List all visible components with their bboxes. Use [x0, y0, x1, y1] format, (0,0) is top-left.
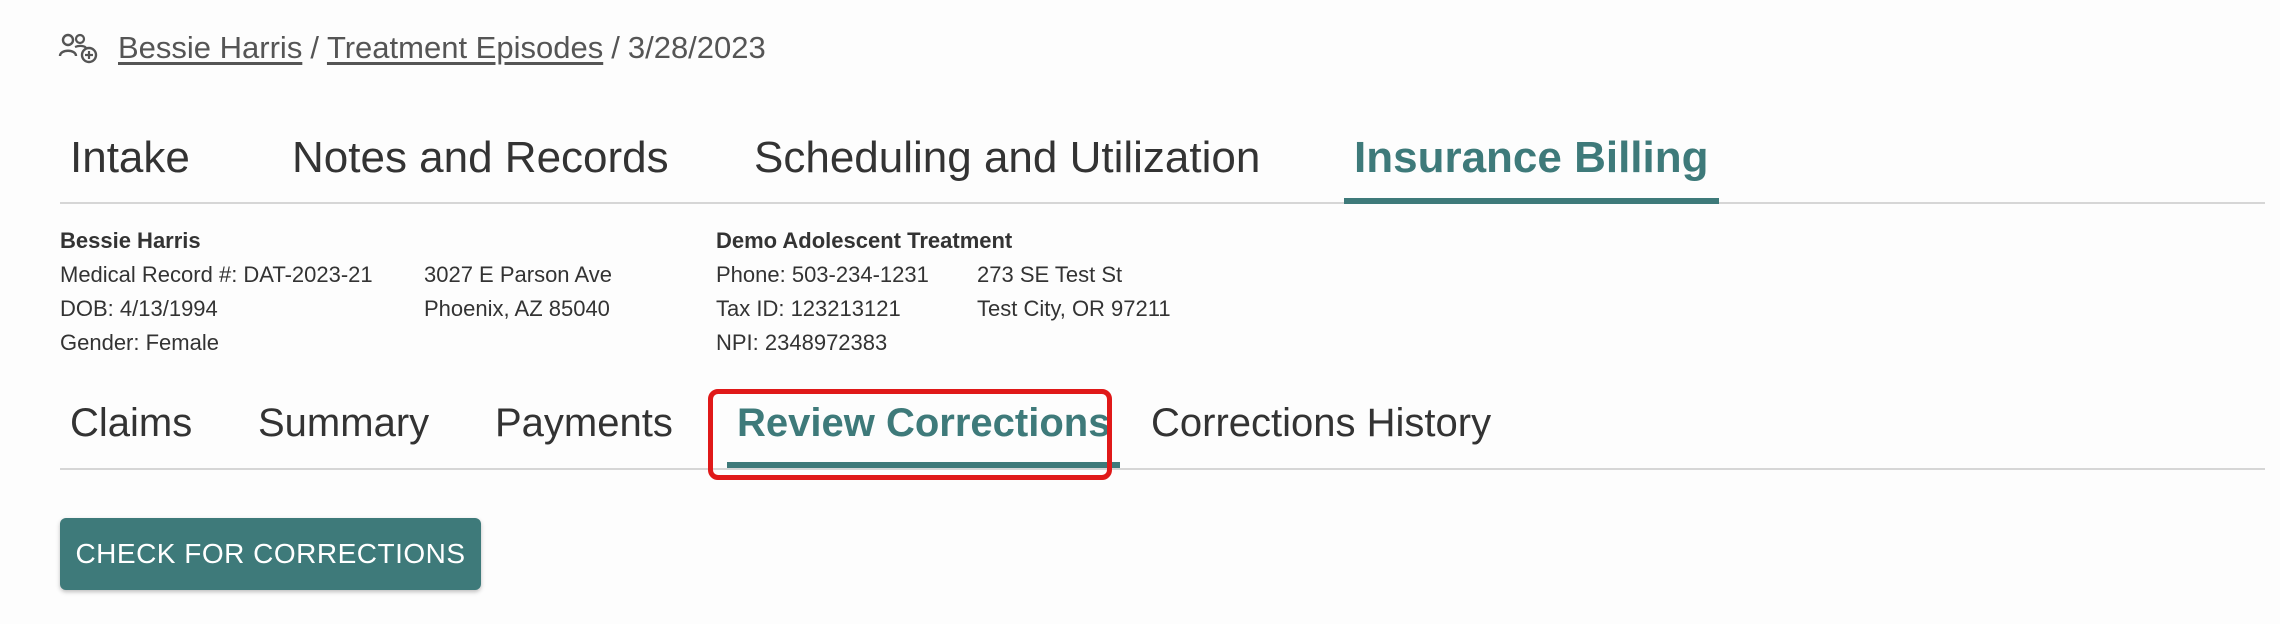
check-for-corrections-button[interactable]: CHECK FOR CORRECTIONS [60, 518, 481, 590]
patient-address-line1: 3027 E Parson Ave [424, 262, 612, 287]
provider-name: Demo Adolescent Treatment [716, 228, 1013, 253]
breadcrumb-treatment-episodes-link[interactable]: Treatment Episodes [327, 30, 603, 66]
patient-address: 3027 E Parson Ave Phoenix, AZ 85040 [424, 258, 612, 326]
breadcrumb-patient-link[interactable]: Bessie Harris [118, 30, 302, 66]
user-group-add-icon [58, 32, 98, 64]
patient-info: Bessie Harris Medical Record #: DAT-2023… [60, 224, 373, 360]
provider-address-line2: Test City, OR 97211 [977, 296, 1171, 321]
patient-gender: Gender: Female [60, 330, 219, 355]
patient-name: Bessie Harris [60, 228, 201, 253]
main-tab-bar: Intake Notes and Records Scheduling and … [60, 116, 2265, 204]
tab-claims[interactable]: Claims [70, 380, 192, 466]
provider-info: Demo Adolescent Treatment Phone: 503-234… [716, 224, 1012, 360]
billing-sub-tab-bar: Claims Summary Payments Review Correctio… [60, 380, 2265, 470]
breadcrumb-separator: / [310, 30, 319, 65]
tab-summary[interactable]: Summary [258, 380, 429, 466]
tab-insurance-billing[interactable]: Insurance Billing [1344, 116, 1719, 204]
patient-mrn: Medical Record #: DAT-2023-21 [60, 262, 373, 287]
provider-tax-id: Tax ID: 123213121 [716, 296, 901, 321]
provider-npi: NPI: 2348972383 [716, 330, 888, 355]
provider-address: 273 SE Test St Test City, OR 97211 [977, 258, 1171, 326]
tab-payments[interactable]: Payments [495, 380, 673, 466]
tab-review-corrections[interactable]: Review Corrections [726, 380, 1121, 468]
tab-scheduling-and-utilization[interactable]: Scheduling and Utilization [754, 116, 1260, 200]
breadcrumb: Bessie Harris / Treatment Episodes / 3/2… [58, 26, 766, 70]
tab-intake[interactable]: Intake [70, 116, 190, 200]
patient-dob: DOB: 4/13/1994 [60, 296, 218, 321]
patient-address-line2: Phoenix, AZ 85040 [424, 296, 610, 321]
breadcrumb-current-date: 3/28/2023 [627, 30, 766, 65]
tab-notes-and-records[interactable]: Notes and Records [292, 116, 669, 200]
provider-phone: Phone: 503-234-1231 [716, 262, 929, 287]
provider-address-line1: 273 SE Test St [977, 262, 1123, 287]
tab-corrections-history[interactable]: Corrections History [1151, 380, 1491, 466]
breadcrumb-separator: / [611, 30, 620, 65]
